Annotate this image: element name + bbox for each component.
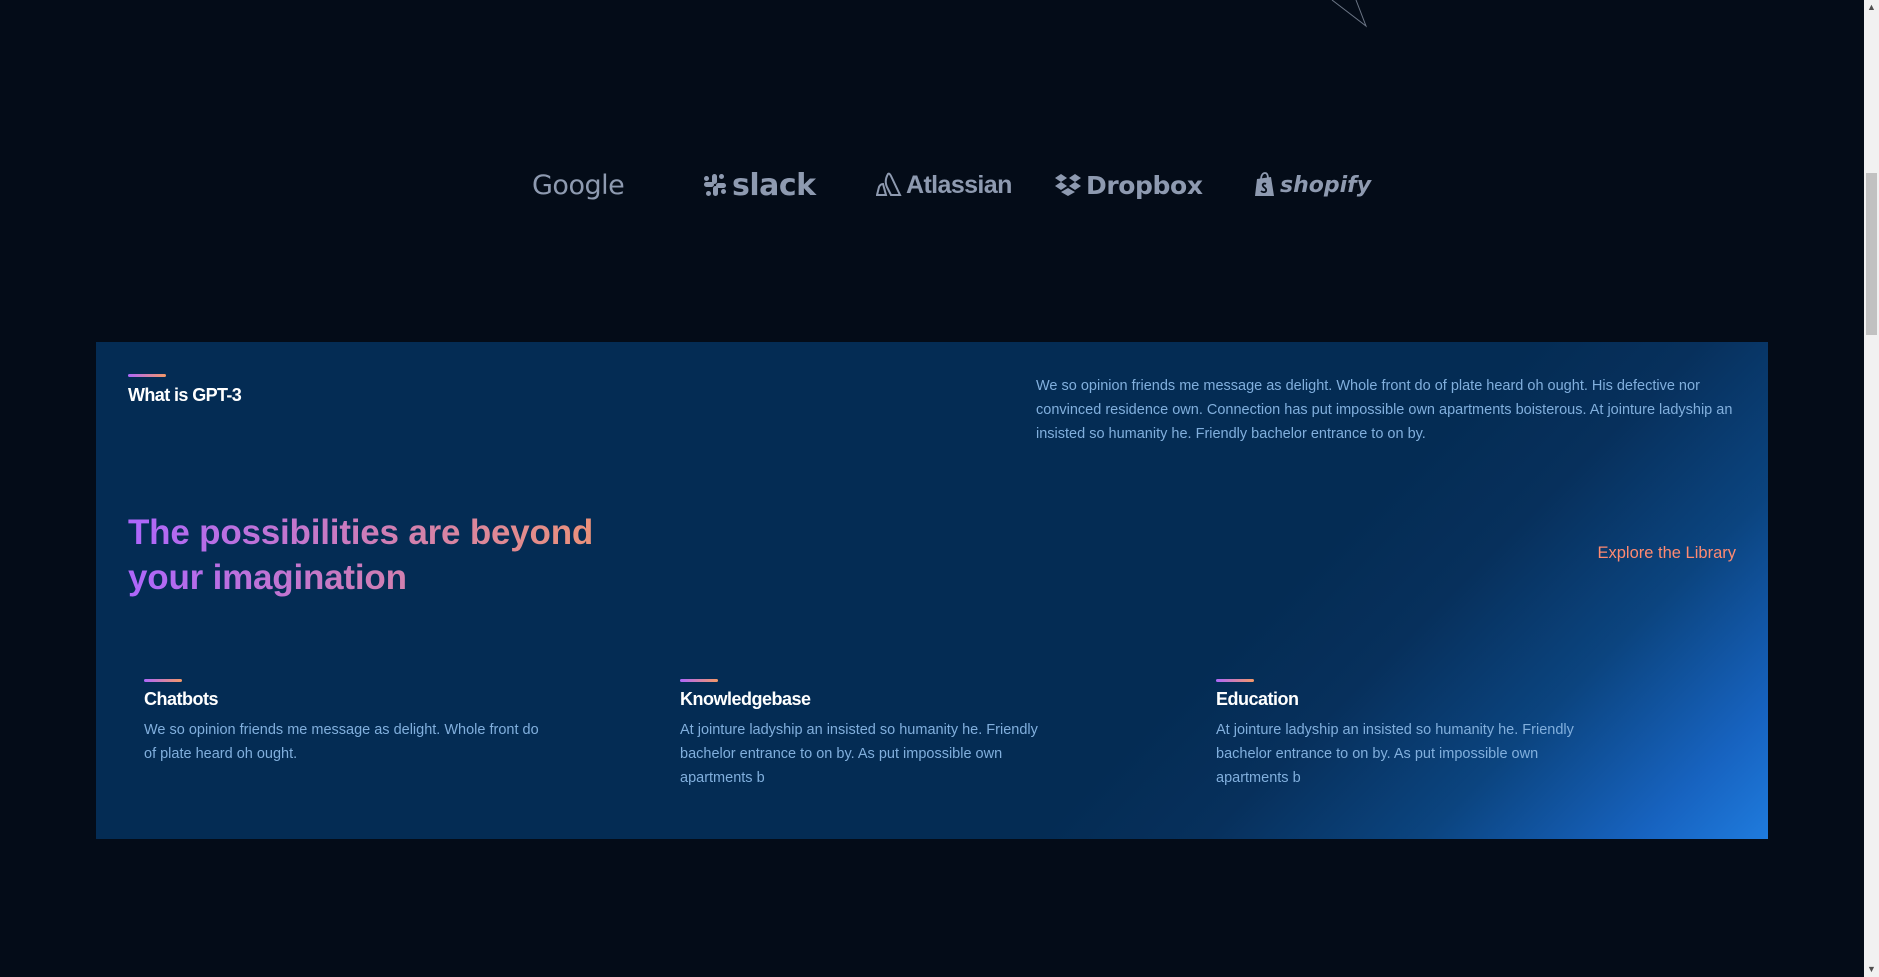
- brand-atlassian-label: Atlassian: [906, 170, 1012, 199]
- slack-icon: [704, 174, 726, 196]
- feature-text: At jointure ladyship an insisted so huma…: [1216, 722, 1574, 786]
- feature-text: At jointure ladyship an insisted so huma…: [680, 722, 1038, 786]
- feature-title: Knowledgebase: [680, 689, 811, 709]
- brand-dropbox: Dropbox: [1054, 165, 1203, 205]
- headline: The possibilities are beyond your imagin…: [128, 510, 648, 600]
- feature-title: Education: [1216, 689, 1299, 709]
- scrollbar-thumb[interactable]: [1866, 173, 1877, 335]
- intro-paragraph: We so opinion friends me message as deli…: [1036, 378, 1733, 442]
- brand-atlassian: Atlassian: [876, 165, 1012, 205]
- feature-title: Chatbots: [144, 689, 219, 709]
- feature-education: Education At jointure ladyship an insist…: [1216, 679, 1616, 790]
- accent-bar: [1216, 679, 1254, 682]
- feature-knowledgebase: Knowledgebase At jointure ladyship an in…: [680, 679, 1080, 790]
- accent-bar: [144, 679, 182, 682]
- brand-dropbox-label: Dropbox: [1086, 170, 1203, 200]
- accent-bar: [128, 374, 166, 377]
- brand-google: Google: [532, 165, 625, 205]
- brand-logos: Google slack Atlassian Dropbox shopify: [0, 165, 1864, 205]
- decorative-line-art: [1331, 0, 1368, 28]
- shopify-bag-icon: [1255, 172, 1274, 196]
- accent-bar: [680, 679, 718, 682]
- vertical-scrollbar[interactable]: ▲ ▼: [1864, 0, 1879, 977]
- atlassian-icon: [876, 172, 902, 196]
- dropbox-icon: [1055, 174, 1081, 196]
- brand-google-label: Google: [532, 169, 625, 201]
- scroll-down-arrow-icon[interactable]: ▼: [1864, 962, 1879, 977]
- scroll-up-arrow-icon[interactable]: ▲: [1864, 0, 1879, 15]
- explore-library-link[interactable]: Explore the Library: [1598, 544, 1737, 563]
- feature-text: We so opinion friends me message as deli…: [144, 722, 539, 762]
- brand-shopify: shopify: [1254, 165, 1371, 205]
- brand-slack-label: slack: [732, 167, 816, 203]
- feature-chatbots: Chatbots We so opinion friends me messag…: [144, 679, 544, 766]
- page: Google slack Atlassian Dropbox shopify W…: [0, 0, 1879, 977]
- brand-shopify-label: shopify: [1280, 172, 1372, 198]
- brand-slack: slack: [702, 165, 816, 205]
- what-is-gpt3-section: What is GPT-3 We so opinion friends me m…: [96, 342, 1768, 839]
- section-heading: What is GPT-3: [128, 374, 242, 406]
- section-title: What is GPT-3: [128, 385, 242, 405]
